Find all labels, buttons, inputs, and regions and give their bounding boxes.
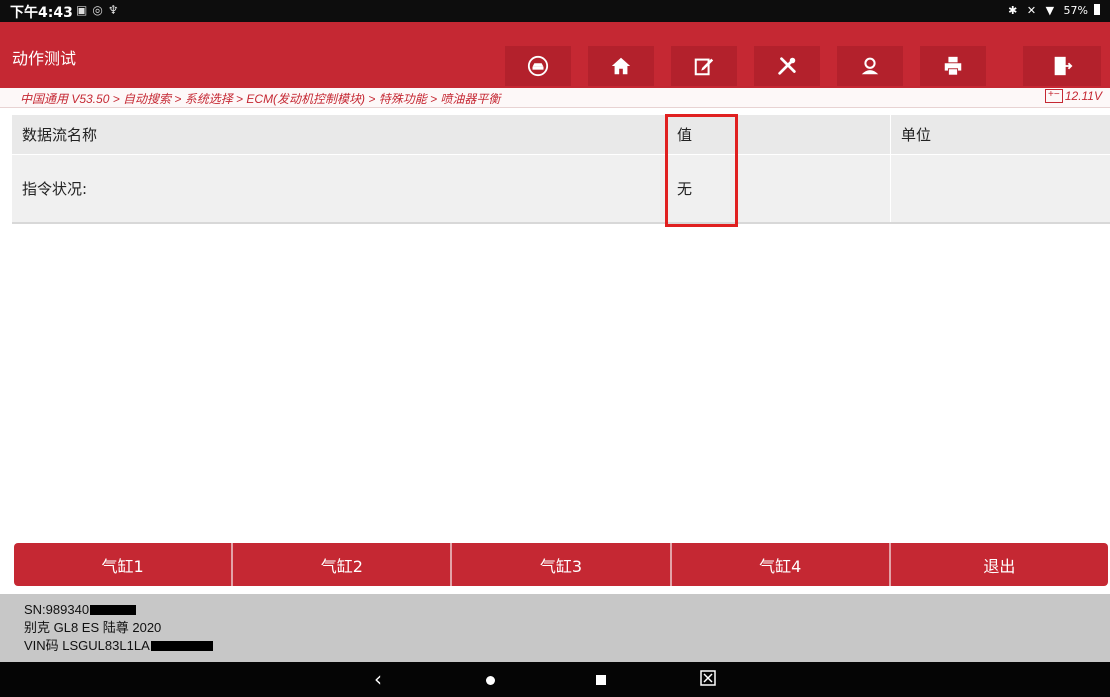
back-icon[interactable]: ‹	[374, 667, 382, 691]
redaction-mark	[90, 605, 137, 615]
print-button[interactable]	[920, 46, 986, 86]
screenshot-icon[interactable]	[700, 670, 716, 686]
mute-icon: ✕	[1026, 4, 1037, 17]
user-icon	[861, 57, 879, 75]
status-right: ✱ ✕ ▼ 57%	[1002, 4, 1100, 17]
table-row[interactable]: 指令状况: 无	[12, 155, 1110, 224]
status-bar: 下午4:43 ▣ ◎ ♆ ✱ ✕ ▼ 57%	[0, 0, 1110, 22]
vin-line: VIN码 LSGUL83L1LA	[24, 637, 1110, 655]
tools-button[interactable]	[754, 46, 820, 86]
message-icon: ▣	[76, 3, 88, 17]
battery-icon	[1094, 4, 1100, 15]
status-time: 下午4:43	[10, 5, 73, 21]
serial-number-line: SN:989340	[24, 601, 1110, 619]
battery-percent: 57%	[1063, 4, 1088, 17]
vehicle-model: 别克 GL8 ES 陆尊 2020	[24, 620, 162, 635]
home-button[interactable]	[588, 46, 654, 86]
cylinder-3-button[interactable]: 气缸3	[452, 543, 672, 586]
report-edit-button[interactable]	[671, 46, 737, 86]
vehicle-info-bar: SN:989340 别克 GL8 ES 陆尊 2020 VIN码 LSGUL83…	[0, 594, 1110, 662]
wifi-icon: ▼	[1045, 4, 1055, 17]
home-nav-icon[interactable]	[486, 676, 495, 685]
report-edit-icon	[694, 58, 714, 76]
status-notification-icons: ▣ ◎ ♆	[76, 3, 124, 17]
voltage-value: 12.11V	[1064, 89, 1102, 103]
recent-apps-icon[interactable]	[596, 675, 606, 685]
header-name: 数据流名称	[12, 115, 667, 154]
print-icon	[944, 56, 962, 76]
annotation-highlight-box	[665, 114, 738, 227]
camera-icon: ◎	[92, 3, 103, 17]
vin-number: VIN码 LSGUL83L1LA	[24, 638, 150, 653]
exit-icon	[1054, 56, 1073, 76]
breadcrumb-bar: 中国通用 V53.50 > 自动搜索 > 系统选择 > ECM(发动机控制模块)…	[0, 88, 1110, 108]
serial-number: SN:989340	[24, 602, 90, 617]
redaction-mark	[150, 641, 213, 651]
exit-action-button[interactable]: 退出	[890, 543, 1109, 586]
system-nav-bar: ‹	[0, 662, 1110, 697]
user-button[interactable]	[837, 46, 903, 86]
data-stream-table: 数据流名称 值 单位 指令状况: 无	[12, 115, 1110, 224]
car-battery-icon: +−	[1044, 89, 1063, 103]
vehicle-button[interactable]	[505, 46, 571, 86]
exit-button[interactable]	[1023, 46, 1101, 86]
action-button-bar: 气缸1 气缸2 气缸3 气缸4 退出	[14, 543, 1109, 586]
row-unit	[891, 155, 1110, 222]
cylinder-4-button[interactable]: 气缸4	[671, 543, 891, 586]
row-name: 指令状况:	[12, 155, 667, 222]
table-header-row: 数据流名称 值 单位	[12, 115, 1110, 155]
home-icon	[611, 57, 631, 75]
title-bar: 动作测试	[0, 22, 1110, 90]
bluetooth-icon: ✱	[1008, 4, 1018, 17]
header-unit: 单位	[901, 126, 932, 144]
cylinder-1-button[interactable]: 气缸1	[14, 543, 234, 586]
cylinder-2-button[interactable]: 气缸2	[233, 543, 453, 586]
vehicle-icon	[527, 55, 549, 77]
usb-debug-icon: ♆	[107, 3, 119, 17]
tools-icon	[778, 57, 796, 75]
voltage-indicator: +− 12.11V	[1044, 89, 1102, 103]
breadcrumb: 中国通用 V53.50 > 自动搜索 > 系统选择 > ECM(发动机控制模块)…	[20, 92, 501, 106]
page-title: 动作测试	[12, 49, 77, 68]
